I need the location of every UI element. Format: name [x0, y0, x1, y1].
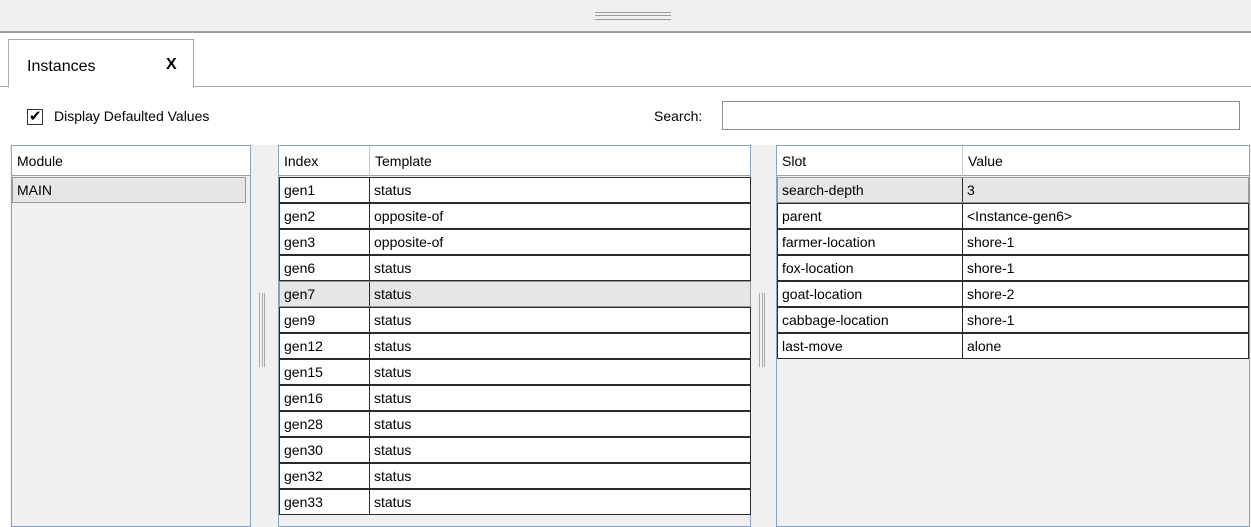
tab-close-button[interactable]: X [166, 56, 177, 74]
instance-row[interactable]: gen12 status [279, 333, 751, 359]
instance-row[interactable]: gen3 opposite-of [279, 229, 751, 255]
instance-index: gen1 [284, 182, 316, 198]
module-column-header[interactable]: Module [12, 146, 250, 176]
slot-row[interactable]: last-move alone [777, 333, 1249, 359]
tab-instances[interactable]: Instances X [8, 39, 194, 88]
instance-index: gen9 [284, 312, 316, 328]
value-column-header[interactable]: Value [963, 146, 1249, 176]
instance-row[interactable]: gen6 status [279, 255, 751, 281]
template-column-header[interactable]: Template [370, 146, 750, 176]
slot-value: <Instance-gen6> [967, 208, 1073, 224]
module-pane: Module MAIN [11, 145, 251, 527]
instance-row[interactable]: gen2 opposite-of [279, 203, 751, 229]
check-mark-icon: ✔ [29, 107, 42, 125]
instance-template: status [374, 260, 412, 276]
slot-row[interactable]: fox-location shore-1 [777, 255, 1249, 281]
instance-row[interactable]: gen33 status [279, 489, 751, 515]
instance-template: status [374, 468, 412, 484]
slot-pane: Slot Value search-depth 3 parent <Instance-… [776, 145, 1250, 527]
instance-row[interactable]: gen16 status [279, 385, 751, 411]
slot-value: 3 [967, 182, 975, 198]
tab-strip: Instances X [0, 35, 1251, 88]
instance-index: gen2 [284, 208, 316, 224]
instance-row[interactable]: gen28 status [279, 411, 751, 437]
instance-template: status [374, 338, 412, 354]
checkbox-label: Display Defaulted Values [54, 108, 210, 124]
slot-name: goat-location [782, 286, 863, 302]
module-header-row: Module [12, 146, 250, 176]
slot-value: shore-1 [967, 260, 1015, 276]
slot-name: search-depth [782, 182, 864, 198]
module-name: MAIN [17, 182, 52, 198]
search-input[interactable] [722, 101, 1240, 130]
top-splitter[interactable] [0, 0, 1251, 33]
tab-label: Instances [27, 58, 96, 75]
instance-template: status [374, 286, 412, 302]
instance-template: status [374, 182, 412, 198]
slot-row[interactable]: cabbage-location shore-1 [777, 307, 1249, 333]
slot-value: shore-1 [967, 312, 1015, 328]
slot-row[interactable]: goat-location shore-2 [777, 281, 1249, 307]
slot-name: cabbage-location [782, 312, 889, 328]
horizontal-grip-icon [595, 12, 671, 20]
instance-template: status [374, 416, 412, 432]
instance-template: status [374, 364, 412, 380]
slot-value: alone [967, 338, 1002, 354]
instance-header-row: Index Template [279, 146, 750, 176]
search-label: Search: [654, 108, 703, 124]
instance-index: gen30 [284, 442, 323, 458]
slot-header-row: Slot Value [777, 146, 1249, 176]
instance-index: gen15 [284, 364, 323, 380]
slot-row[interactable]: parent <Instance-gen6> [777, 203, 1249, 229]
instance-list-pane: Index Template gen1 status gen2 opposite-of… [278, 145, 751, 527]
slot-name: parent [782, 208, 822, 224]
instance-index: gen12 [284, 338, 323, 354]
display-defaulted-checkbox[interactable]: ✔ [27, 107, 43, 125]
instance-row[interactable]: gen9 status [279, 307, 751, 333]
instances-window: Instances X ✔ Display Defaulted Values S… [0, 0, 1251, 527]
slot-name: farmer-location [782, 234, 876, 250]
slot-value: shore-1 [967, 234, 1015, 250]
instance-row[interactable]: gen15 status [279, 359, 751, 385]
slot-row[interactable]: search-depth 3 [777, 177, 1249, 203]
instance-index: gen32 [284, 468, 323, 484]
pane-area: Module MAIN Index Template gen1 status gen… [10, 145, 1251, 527]
instance-template: opposite-of [374, 208, 444, 224]
instance-index: gen3 [284, 234, 316, 250]
instance-row[interactable]: gen7 status [279, 281, 751, 307]
instance-index: gen6 [284, 260, 316, 276]
instance-index: gen16 [284, 390, 323, 406]
instance-template: opposite-of [374, 234, 444, 250]
instance-template: status [374, 390, 412, 406]
slot-name: fox-location [782, 260, 854, 276]
slot-row[interactable]: farmer-location shore-1 [777, 229, 1249, 255]
vertical-grip-icon[interactable] [259, 293, 265, 367]
instance-index: gen33 [284, 494, 323, 510]
vertical-grip-icon[interactable] [759, 293, 765, 367]
instance-template: status [374, 312, 412, 328]
slot-value: shore-2 [967, 286, 1015, 302]
instance-template: status [374, 442, 412, 458]
instance-row[interactable]: gen32 status [279, 463, 751, 489]
slot-column-header[interactable]: Slot [777, 146, 962, 176]
instance-template: status [374, 494, 412, 510]
index-column-header[interactable]: Index [279, 146, 369, 176]
slot-name: last-move [782, 338, 843, 354]
instance-index: gen28 [284, 416, 323, 432]
module-row[interactable]: MAIN [12, 177, 246, 203]
instance-index: gen7 [284, 286, 316, 302]
instance-row[interactable]: gen1 status [279, 177, 751, 203]
instance-row[interactable]: gen30 status [279, 437, 751, 463]
